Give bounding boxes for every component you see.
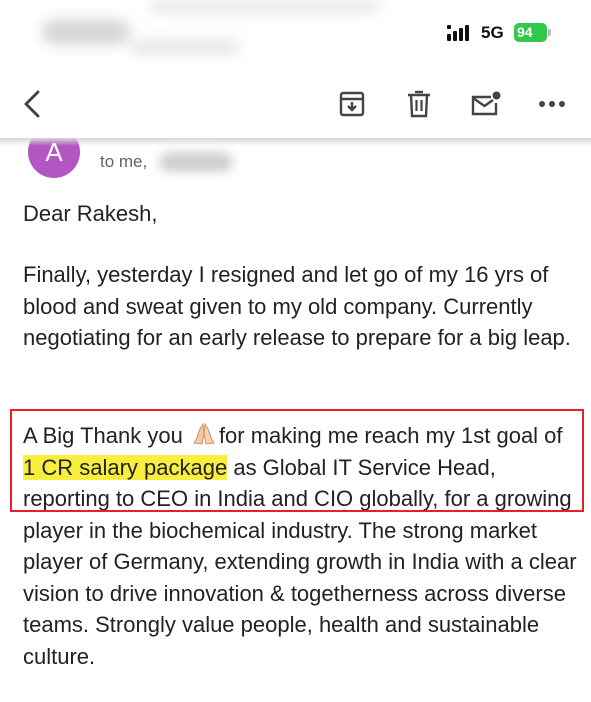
recipient-label[interactable]: to me, [100,152,147,172]
chevron-left-icon [24,90,40,118]
delete-button[interactable] [401,86,437,122]
email-toolbar [0,72,591,138]
mail-unread-icon [471,91,501,116]
blurred-time [42,20,130,44]
blurred-recipient [160,152,232,172]
battery-tip [548,29,551,36]
more-horizontal-icon [539,101,565,107]
more-options-button[interactable] [534,86,570,122]
email-paragraph-1: Finally, yesterday I resigned and let go… [23,262,571,350]
mark-unread-button[interactable] [468,86,504,122]
blurred-notification [150,0,380,12]
archive-icon [339,91,365,117]
email-greeting: Dear Rakesh, [23,201,158,226]
network-label: 5G [481,23,504,42]
annotation-box [10,409,584,512]
back-button[interactable] [14,86,50,122]
battery-icon: 94 [514,23,547,42]
status-bar: 5G 94 [0,0,591,62]
toolbar-shadow [0,138,591,146]
archive-button[interactable] [334,86,370,122]
signal-strength-icon [447,25,475,43]
blurred-sender [130,40,240,54]
trash-icon [408,90,430,118]
